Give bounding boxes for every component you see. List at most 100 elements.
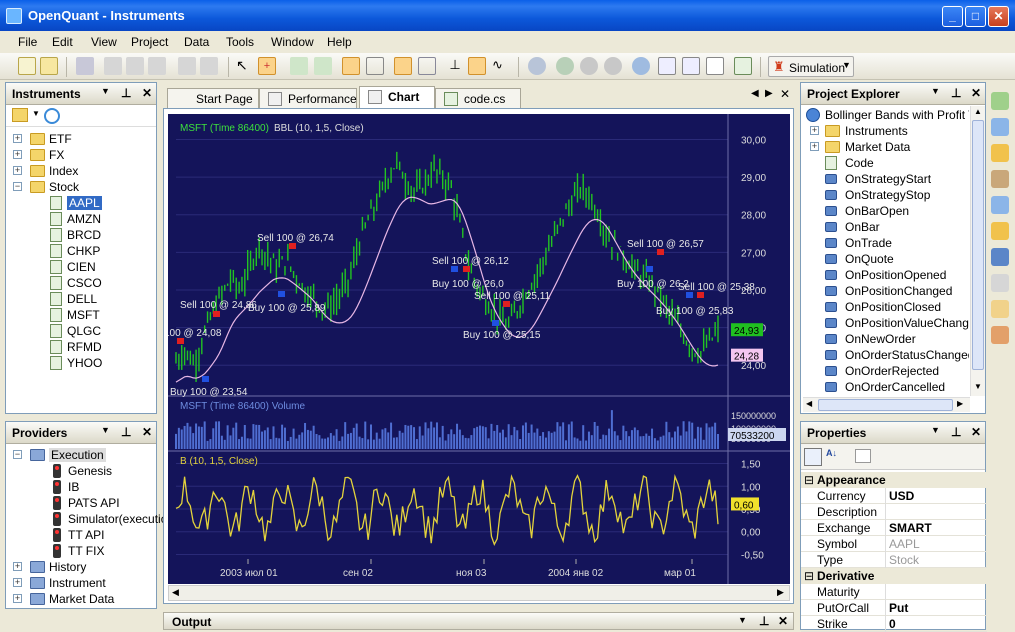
menu-edit[interactable]: Edit (52, 35, 73, 49)
tab-scroll-left-icon[interactable]: ◀ (751, 88, 759, 99)
menu-window[interactable]: Window (271, 35, 314, 49)
globe-icon[interactable] (991, 248, 1009, 266)
explorer-horizontal-scrollbar[interactable]: ◀ ▶ (803, 397, 970, 412)
undo-icon[interactable] (178, 57, 196, 75)
menu-data[interactable]: Data (184, 35, 209, 49)
chart-horizontal-scrollbar[interactable]: ◀ ▶ (168, 585, 790, 601)
sort-alpha-icon[interactable]: A↓ (826, 448, 844, 466)
pane-close-icon[interactable]: ✕ (142, 425, 152, 439)
document-icon[interactable] (706, 57, 724, 75)
tab-close-icon[interactable]: ✕ (780, 87, 790, 101)
menu-help[interactable]: Help (327, 35, 352, 49)
property-row[interactable]: Exchange SMART (801, 520, 987, 536)
notes-icon[interactable] (991, 300, 1009, 318)
property-category-derivative[interactable]: ⊟ Derivative (801, 568, 987, 584)
table-icon[interactable] (418, 57, 436, 75)
connect-icon[interactable] (580, 57, 598, 75)
menu-file[interactable]: File (18, 35, 37, 49)
bar-chart-icon[interactable] (468, 57, 486, 75)
scroll-right-icon[interactable]: ▶ (777, 587, 784, 598)
disconnect-icon[interactable] (604, 57, 622, 75)
checklist-icon[interactable] (991, 326, 1009, 344)
pin-icon[interactable]: ⊥ (951, 425, 961, 439)
minimize-button[interactable]: _ (942, 6, 963, 27)
open-icon[interactable] (40, 57, 58, 75)
categorized-icon[interactable] (804, 448, 822, 466)
property-row[interactable]: Currency USD (801, 488, 987, 504)
redo-icon[interactable] (200, 57, 218, 75)
report-icon[interactable] (682, 57, 700, 75)
simulation-dropdown[interactable]: ♜ Simulation ▼ (768, 56, 854, 77)
chart-window-icon[interactable] (658, 57, 676, 75)
zoom-in-icon[interactable] (290, 57, 308, 75)
save-icon[interactable] (76, 57, 94, 75)
pin-icon[interactable]: ⊥ (951, 86, 961, 100)
cut-icon[interactable] (104, 57, 122, 75)
chevron-down-icon[interactable]: ▼ (32, 109, 40, 118)
scroll-down-icon[interactable]: ▼ (974, 382, 982, 391)
tab-scroll-right-icon[interactable]: ▶ (765, 88, 773, 99)
property-row[interactable]: PutOrCall Put (801, 600, 987, 616)
property-row[interactable]: Symbol AAPL (801, 536, 987, 552)
paste-icon[interactable] (148, 57, 166, 75)
pin-icon[interactable]: ⊥ (121, 425, 131, 439)
pane-close-icon[interactable]: ✕ (971, 425, 981, 439)
menu-project[interactable]: Project (131, 35, 168, 49)
price-chart[interactable]: MSFT (Time 86400) BBL (10, 1,5, Close) M… (168, 114, 790, 584)
tab-code[interactable]: code.cs (435, 88, 521, 108)
world-icon[interactable] (632, 57, 650, 75)
pane-close-icon[interactable]: ✕ (778, 614, 788, 628)
lock-icon[interactable] (991, 222, 1009, 240)
close-button[interactable]: ✕ (988, 6, 1009, 27)
pane-close-icon[interactable]: ✕ (971, 86, 981, 100)
database-icon[interactable] (991, 170, 1009, 188)
lines-icon[interactable] (366, 57, 384, 75)
scroll-thumb[interactable] (818, 399, 953, 411)
line-chart-icon[interactable]: ∿ (492, 57, 510, 75)
scroll-left-icon[interactable]: ◀ (806, 399, 812, 408)
add-folder-icon[interactable] (12, 108, 28, 122)
pane-menu-icon[interactable]: ▼ (738, 615, 747, 625)
scroll-up-icon[interactable]: ▲ (974, 107, 982, 116)
scroll-left-icon[interactable]: ◀ (172, 587, 179, 598)
pane-menu-icon[interactable]: ▼ (101, 86, 110, 96)
property-row[interactable]: Type Stock (801, 552, 987, 568)
clock-icon[interactable] (991, 144, 1009, 162)
tab-start-page[interactable]: Start Page (167, 88, 259, 108)
scroll-right-icon[interactable]: ▶ (957, 399, 963, 408)
refresh-icon[interactable] (44, 108, 60, 124)
pane-close-icon[interactable]: ✕ (142, 86, 152, 100)
bars-icon[interactable] (342, 57, 360, 75)
providers-icon[interactable] (991, 196, 1009, 214)
tab-chart[interactable]: Chart (359, 86, 435, 109)
pane-menu-icon[interactable]: ▼ (101, 425, 110, 435)
copy-icon[interactable] (126, 57, 144, 75)
menu-tools[interactable]: Tools (226, 35, 254, 49)
grid-icon[interactable] (394, 57, 412, 75)
globe-icon[interactable] (556, 57, 574, 75)
code-icon[interactable] (991, 92, 1009, 110)
pin-icon[interactable]: ⊥ (759, 614, 769, 628)
pin-icon[interactable]: ⊥ (121, 86, 131, 100)
chart-icon[interactable] (991, 118, 1009, 136)
code-icon[interactable] (734, 57, 752, 75)
new-icon[interactable] (18, 57, 36, 75)
menu-view[interactable]: View (91, 35, 117, 49)
settings-gear-icon[interactable] (528, 57, 546, 75)
property-pages-icon[interactable] (855, 449, 871, 463)
pane-menu-icon[interactable]: ▼ (931, 425, 940, 435)
property-row[interactable]: Maturity (801, 584, 987, 600)
maximize-button[interactable]: □ (965, 6, 986, 27)
price-tick-label: 29,00 (741, 173, 766, 184)
tab-performance[interactable]: Performance (259, 88, 357, 108)
monitor-icon[interactable] (991, 274, 1009, 292)
scroll-thumb[interactable] (972, 120, 984, 370)
explorer-vertical-scrollbar[interactable]: ▲ ▼ (970, 106, 985, 396)
pointer-icon[interactable]: ↖ (236, 57, 254, 75)
property-row[interactable]: Description (801, 504, 987, 520)
property-category-appearance[interactable]: ⊟ Appearance (801, 472, 987, 488)
crosshair-icon[interactable]: + (258, 57, 276, 75)
zoom-out-icon[interactable] (314, 57, 332, 75)
pane-menu-icon[interactable]: ▼ (931, 86, 940, 96)
candle-icon[interactable]: ⊥ (446, 57, 464, 75)
